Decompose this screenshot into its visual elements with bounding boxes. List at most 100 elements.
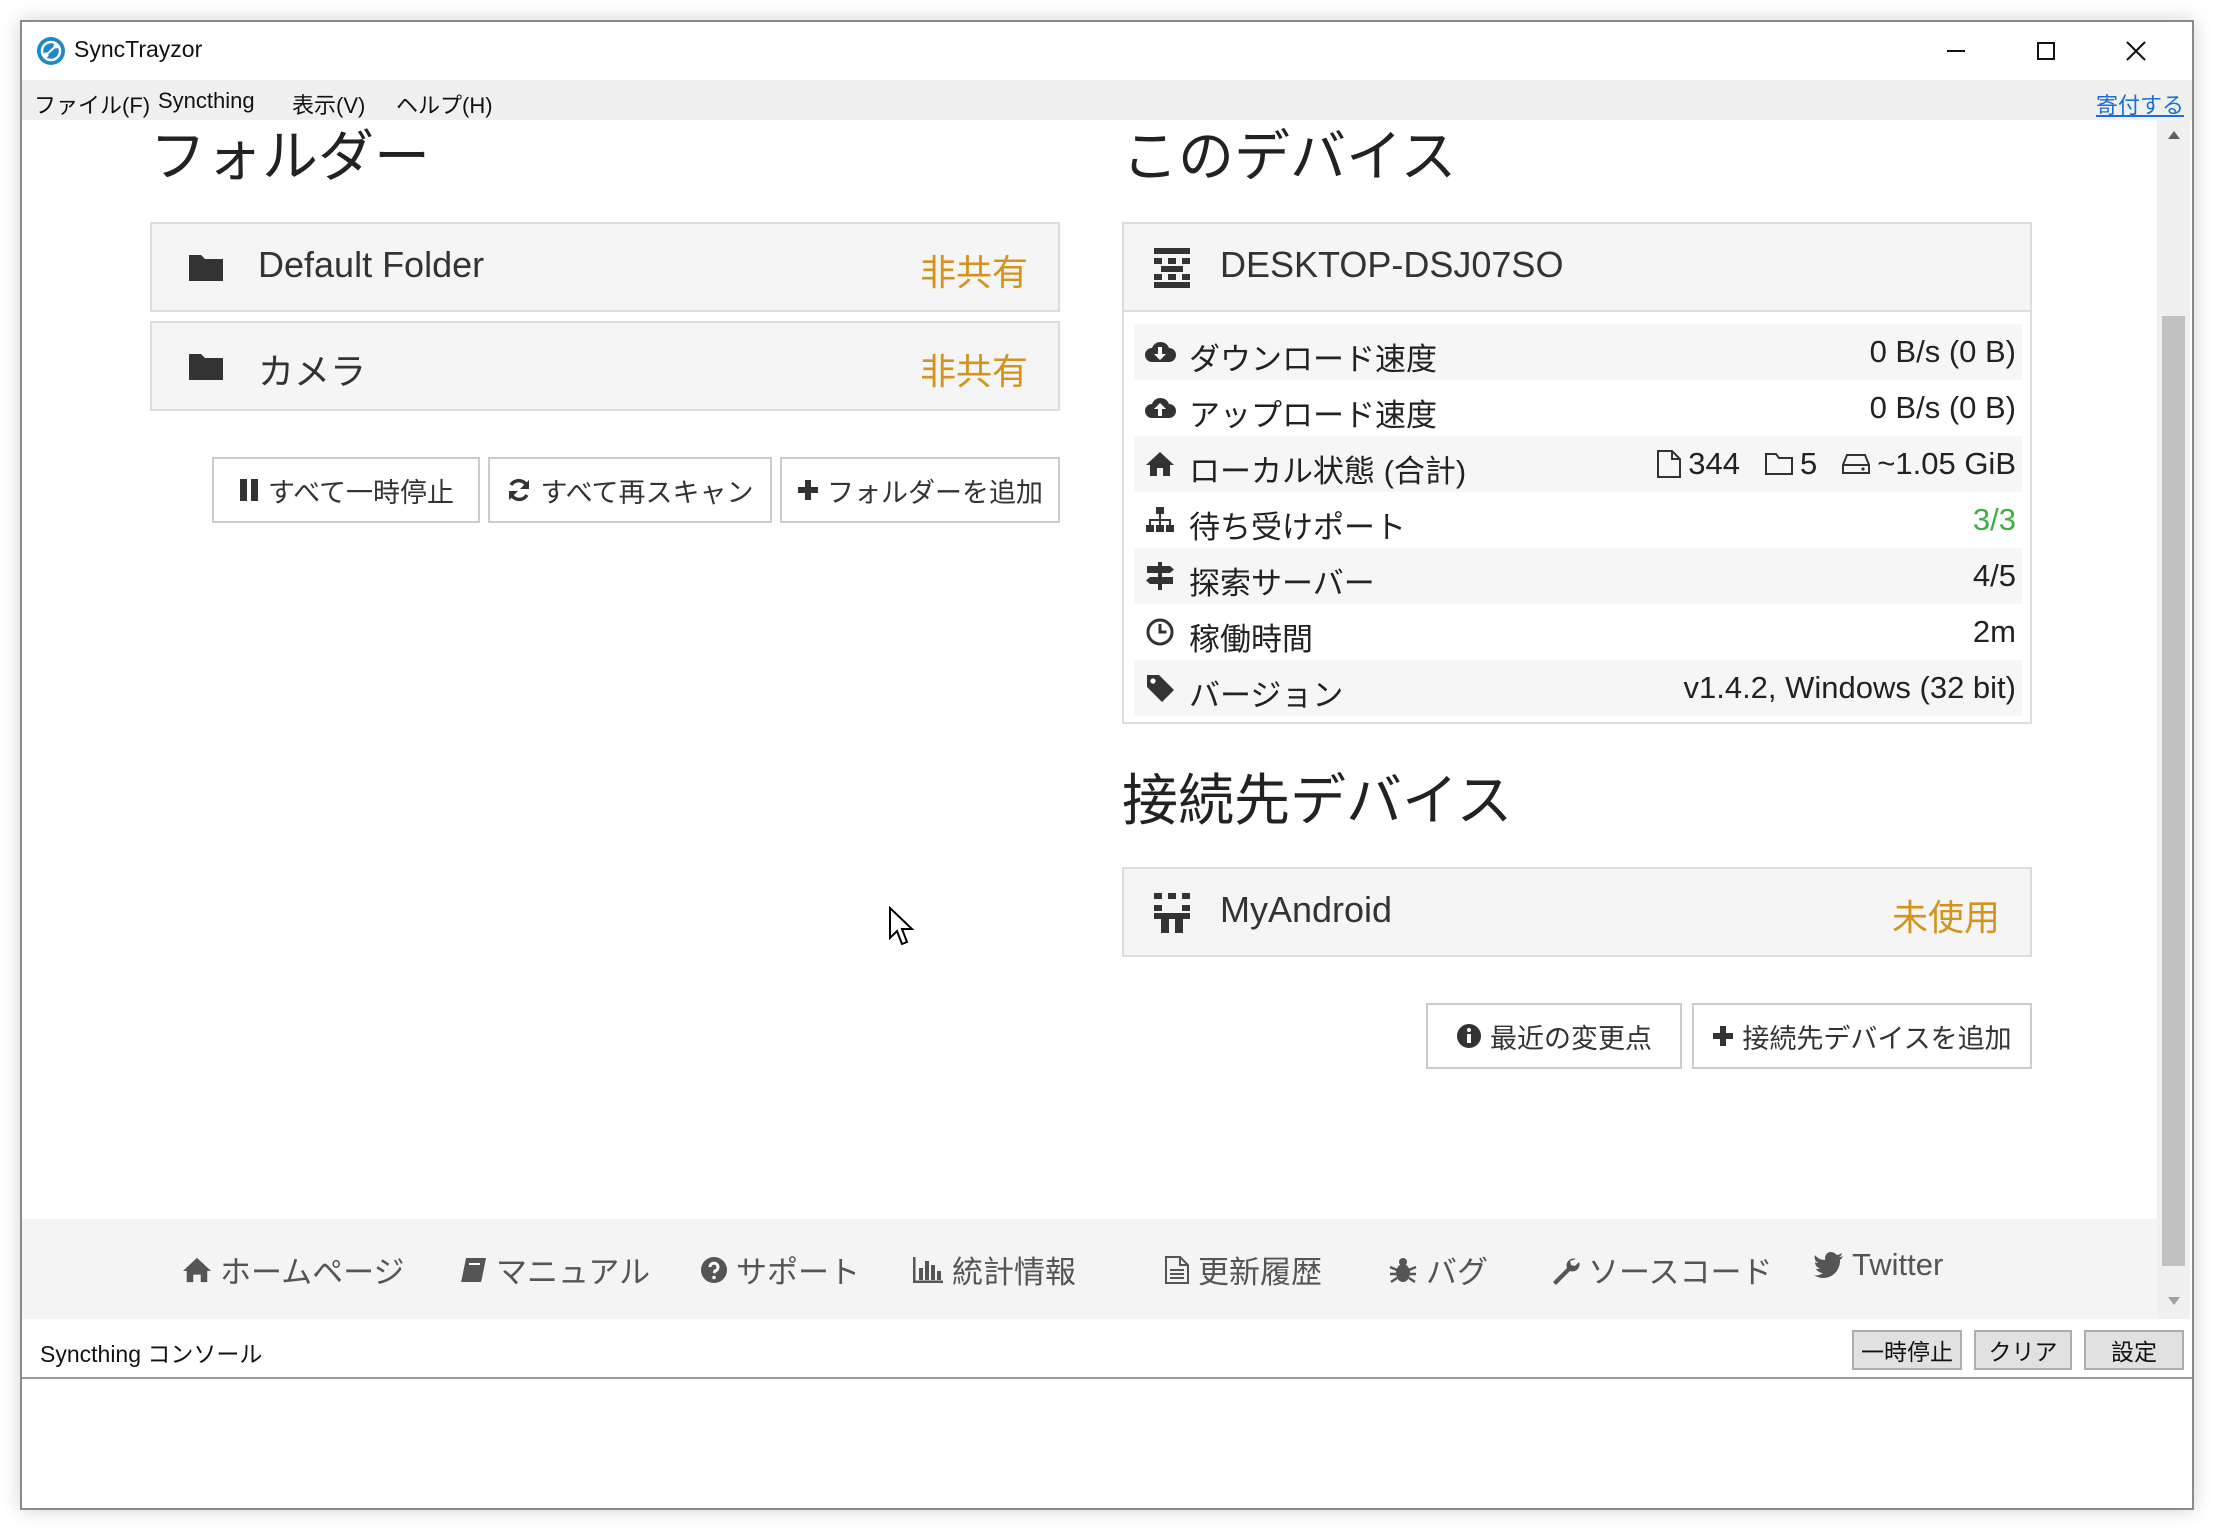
footer-link-statistics[interactable]: 統計情報 <box>912 1247 1076 1292</box>
uptime-value: 2m <box>1972 614 2016 649</box>
local-files-count: 344 <box>1688 446 1741 481</box>
menu-syncthing[interactable]: Syncthing <box>158 88 255 114</box>
clock-icon <box>1146 618 1174 646</box>
question-circle-icon <box>701 1256 727 1283</box>
hdd-icon <box>1842 454 1871 474</box>
uptime-row: 稼働時間 2m <box>1134 604 2022 660</box>
close-icon <box>2126 41 2146 61</box>
scroll-down-icon[interactable] <box>2167 1296 2181 1306</box>
footer-link-source-code[interactable]: ソースコード <box>1550 1247 1772 1292</box>
local-state-value: 344 5 ~1.05 GiB <box>1656 446 2016 482</box>
footer-link-homepage[interactable]: ホームページ <box>182 1247 404 1292</box>
footer-link-label: ソースコード <box>1588 1255 1773 1290</box>
add-folder-button[interactable]: フォルダーを追加 <box>780 457 1060 523</box>
local-dirs-count: 5 <box>1800 446 1818 481</box>
minimize-button[interactable] <box>1911 22 2001 80</box>
scrollbar-thumb[interactable] <box>2162 316 2185 1266</box>
console-settings-button[interactable]: 設定 <box>2084 1330 2184 1370</box>
home-icon <box>183 1257 211 1282</box>
menu-help[interactable]: ヘルプ(H) <box>396 88 493 120</box>
upload-rate-value: 0 B/s (0 B) <box>1869 390 2016 425</box>
signpost-icon <box>1146 562 1174 590</box>
close-button[interactable] <box>2091 22 2181 80</box>
syncthing-web-ui: フォルダー Default Folder 非共有 カメラ 非共有 すべて一時停止 <box>22 120 2157 1217</box>
cloud-upload-icon <box>1145 397 1176 418</box>
tag-icon <box>1147 675 1174 702</box>
folder-icon <box>189 354 223 380</box>
rescan-all-button[interactable]: すべて再スキャン <box>488 457 772 523</box>
download-rate-label: ダウンロード速度 <box>1189 342 1437 377</box>
console-toolbar: Syncthing コンソール 一時停止 クリア 設定 <box>22 1319 2192 1379</box>
listeners-label: 待ち受けポート <box>1189 510 1406 545</box>
folder-outline-icon <box>1765 453 1794 475</box>
this-device-header[interactable]: DESKTOP-DSJ07SO <box>1124 224 2030 312</box>
listeners-row: 待ち受けポート 3/3 <box>1134 492 2022 548</box>
pause-all-label: すべて一時停止 <box>267 477 455 508</box>
add-folder-label: フォルダーを追加 <box>827 477 1043 508</box>
remote-device-panel-myandroid[interactable]: MyAndroid 未使用 <box>1122 867 2032 957</box>
synctrayzor-logo-icon <box>37 37 65 65</box>
refresh-icon <box>509 478 530 502</box>
file-text-icon <box>1165 1255 1189 1284</box>
donate-link[interactable]: 寄付する <box>2096 88 2184 120</box>
plus-icon <box>798 480 818 500</box>
maximize-icon <box>2037 42 2055 60</box>
console-pause-button[interactable]: 一時停止 <box>1852 1330 1962 1370</box>
listeners-value: 3/3 <box>1972 502 2016 537</box>
sitemap-icon <box>1146 507 1174 532</box>
folders-heading: フォルダー <box>150 125 430 188</box>
footer-link-label: バグ <box>1426 1255 1488 1290</box>
this-device-heading: このデバイス <box>1122 125 1457 188</box>
folder-panel-camera[interactable]: カメラ 非共有 <box>150 321 1060 411</box>
footer-link-manual[interactable]: マニュアル <box>460 1247 650 1292</box>
version-row: バージョン v1.4.2, Windows (32 bit) <box>1134 660 2022 716</box>
device-identicon-icon <box>1154 893 1190 933</box>
discovery-value: 4/5 <box>1972 558 2016 593</box>
footer-link-support[interactable]: サポート <box>700 1247 860 1292</box>
version-label: バージョン <box>1189 678 1344 713</box>
local-state-row: ローカル状態 (合計) 344 5 ~1.05 GiB <box>1134 436 2022 492</box>
this-device-panel: DESKTOP-DSJ07SO ダウンロード速度 0 B/s (0 B) アップ… <box>1122 222 2032 724</box>
footer-link-label: サポート <box>736 1255 860 1290</box>
pause-all-button[interactable]: すべて一時停止 <box>212 457 480 523</box>
menu-bar: ファイル(F) Syncthing 表示(V) ヘルプ(H) 寄付する <box>22 80 2192 120</box>
footer-link-changelog[interactable]: 更新履歴 <box>1164 1247 1322 1292</box>
local-size: ~1.05 GiB <box>1877 446 2016 481</box>
download-rate-row: ダウンロード速度 0 B/s (0 B) <box>1134 324 2022 380</box>
folder-status: 非共有 <box>919 351 1028 392</box>
folder-name: カメラ <box>258 351 367 392</box>
this-device-name: DESKTOP-DSJ07SO <box>1220 244 1564 285</box>
local-state-label: ローカル状態 (合計) <box>1189 454 1467 489</box>
uptime-label: 稼働時間 <box>1189 622 1313 657</box>
remote-device-status: 未使用 <box>1891 897 2000 938</box>
plus-icon <box>1713 1026 1734 1046</box>
bug-icon <box>1389 1257 1417 1283</box>
home-icon <box>1146 452 1174 476</box>
menu-view[interactable]: 表示(V) <box>292 88 365 120</box>
recent-changes-button[interactable]: 最近の変更点 <box>1426 1003 1682 1069</box>
console-title: Syncthing コンソール <box>40 1341 263 1367</box>
title-bar: SyncTrayzor <box>22 22 2192 80</box>
folder-name: Default Folder <box>258 244 485 285</box>
discovery-row: 探索サーバー 4/5 <box>1134 548 2022 604</box>
discovery-label: 探索サーバー <box>1189 566 1375 601</box>
console-clear-button[interactable]: クリア <box>1974 1330 2072 1370</box>
folder-panel-default[interactable]: Default Folder 非共有 <box>150 222 1060 312</box>
footer-link-label: ホームページ <box>220 1255 405 1290</box>
footer-link-twitter[interactable]: Twitter <box>1814 1247 1943 1283</box>
info-circle-icon <box>1457 1024 1481 1048</box>
vertical-scrollbar[interactable] <box>2157 120 2190 1319</box>
menu-file[interactable]: ファイル(F) <box>34 88 150 120</box>
device-identicon-icon <box>1154 248 1190 288</box>
scroll-up-icon[interactable] <box>2167 130 2181 140</box>
minimize-icon <box>1947 50 1965 52</box>
console-output[interactable] <box>22 1379 2192 1508</box>
add-remote-device-button[interactable]: 接続先デバイスを追加 <box>1692 1003 2032 1069</box>
download-rate-value: 0 B/s (0 B) <box>1869 334 2016 369</box>
footer-link-bugs[interactable]: バグ <box>1388 1247 1488 1292</box>
recent-changes-label: 最近の変更点 <box>1490 1023 1652 1054</box>
file-icon <box>1657 450 1682 478</box>
footer-link-label: 更新履歴 <box>1198 1255 1322 1290</box>
synctrayzor-window: SyncTrayzor ファイル(F) Syncthing 表示(V) ヘルプ(… <box>20 20 2194 1510</box>
maximize-button[interactable] <box>2001 22 2091 80</box>
